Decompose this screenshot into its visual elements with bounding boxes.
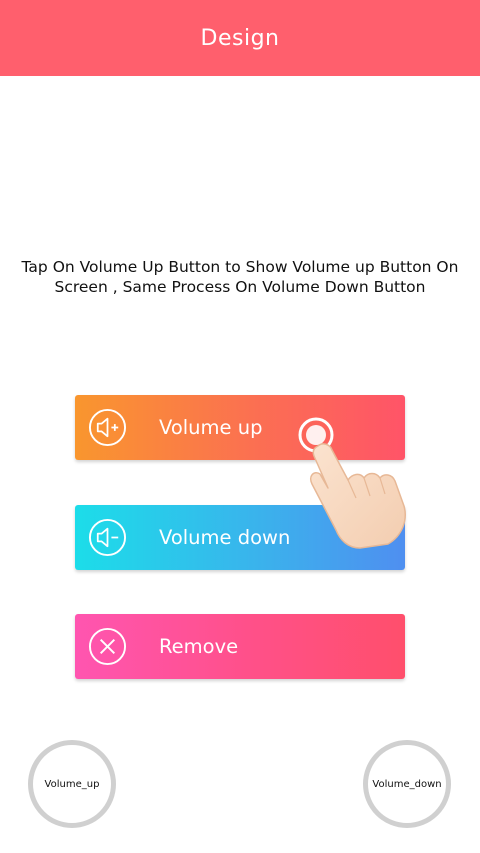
top-app-bar: Design [0, 0, 480, 76]
volume-up-button[interactable]: Volume up [75, 395, 405, 460]
remove-button[interactable]: Remove [75, 614, 405, 679]
instruction-line-2: Screen , Same Process On Volume Down But… [54, 278, 426, 296]
remove-label: Remove [159, 635, 239, 658]
floating-volume-up-button[interactable]: Volume_up [28, 740, 116, 828]
speaker-plus-icon [88, 408, 127, 447]
speaker-minus-icon [88, 518, 127, 557]
volume-down-button[interactable]: Volume down [75, 505, 405, 570]
touch-indicator-icon [298, 417, 334, 453]
volume-down-label: Volume down [159, 526, 291, 549]
close-circle-icon [88, 627, 127, 666]
floating-volume-down-button[interactable]: Volume_down [363, 740, 451, 828]
floating-volume-up-label: Volume_up [44, 778, 100, 790]
floating-volume-down-label: Volume_down [372, 778, 442, 790]
instruction-text: Tap On Volume Up Button to Show Volume u… [8, 257, 472, 297]
volume-up-label: Volume up [159, 416, 263, 439]
page-title: Design [200, 25, 280, 51]
app-screen: Design Tap On Volume Up Button to Show V… [0, 0, 480, 853]
instruction-line-1: Tap On Volume Up Button to Show Volume u… [21, 258, 459, 276]
